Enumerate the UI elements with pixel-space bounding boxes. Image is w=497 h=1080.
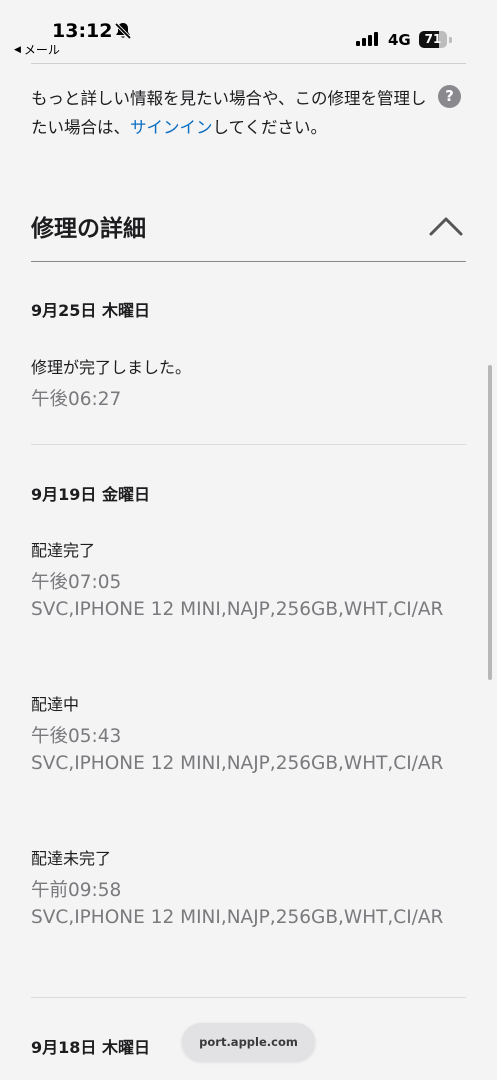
scrollbar[interactable]	[488, 365, 492, 680]
event-description: SVC,IPHONE 12 MINI,NAJP,256GB,WHT,CI/AR	[31, 599, 444, 620]
event-description: SVC,IPHONE 12 MINI,NAJP,256GB,WHT,CI/AR	[31, 753, 444, 774]
event-time: 午後07:05	[31, 572, 122, 593]
sign-in-info: もっと詳しい情報を見たい場合や、この修理を管理したい場合は、サインインしてくださ…	[31, 84, 431, 142]
event-title: 配達未完了	[31, 849, 112, 868]
day-header: 9月18日 木曜日	[31, 1038, 150, 1057]
network-type: 4G	[388, 31, 411, 49]
event-time: 午前09:58	[31, 880, 122, 901]
day-header: 9月25日 木曜日	[31, 301, 150, 320]
top-divider	[31, 63, 466, 64]
day-header: 9月19日 金曜日	[31, 485, 150, 504]
day-divider	[31, 444, 466, 445]
event-title: 修理が完了しました。	[31, 358, 192, 377]
help-icon[interactable]: ?	[438, 85, 461, 108]
status-time: 13:12	[52, 20, 113, 42]
event-time: 午後05:43	[31, 726, 122, 747]
status-bar: 13:12 ◀ メール 4G 71	[0, 0, 497, 62]
back-label: メール	[23, 43, 60, 57]
section-divider	[31, 261, 466, 262]
bell-muted-icon	[114, 22, 132, 40]
battery-icon: 71	[419, 31, 453, 48]
info-text-end: してください。	[212, 118, 328, 137]
back-to-mail-button[interactable]: ◀ メール	[14, 41, 60, 58]
event-description: SVC,IPHONE 12 MINI,NAJP,256GB,WHT,CI/AR	[31, 907, 444, 928]
event-title: 配達完了	[31, 541, 96, 560]
battery-level: 71	[424, 32, 442, 46]
event-title: 配達中	[31, 695, 80, 714]
chevron-up-icon[interactable]	[428, 214, 464, 238]
browser-address-bar[interactable]: port.apple.com	[182, 1023, 315, 1061]
repair-details-title: 修理の詳細	[31, 216, 146, 242]
day-divider	[31, 997, 466, 998]
sign-in-link[interactable]: サインイン	[130, 118, 213, 137]
event-time: 午後06:27	[31, 389, 122, 410]
cellular-signal-icon	[356, 32, 378, 46]
back-triangle-icon: ◀	[14, 44, 21, 55]
